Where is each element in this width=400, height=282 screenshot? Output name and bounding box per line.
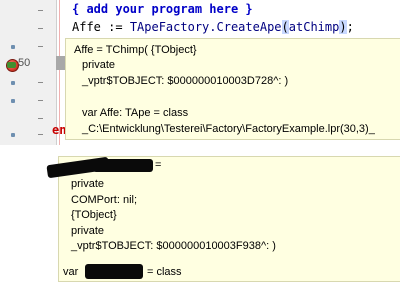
hint-line: _vptr$TOBJECT: $000000010003D728^: )	[82, 75, 289, 87]
gutter-line-current: 50	[0, 56, 56, 74]
code-editor[interactable]: 50 { add your program here } Affe := TAp…	[0, 0, 400, 145]
gutter-line	[0, 74, 56, 92]
line-number: 50	[18, 57, 31, 69]
breakpoint-check-icon	[7, 62, 16, 68]
code-argument: atChimp	[288, 20, 340, 34]
hint-line: var Affe: TApe = class	[82, 107, 189, 119]
breakpoint-available-dot-icon[interactable]	[11, 133, 15, 137]
breakpoint-available-dot-icon[interactable]	[11, 99, 15, 103]
code-identifier: Affe	[72, 20, 101, 34]
gutter-tick	[38, 118, 43, 119]
redaction-mark	[93, 159, 153, 172]
hint-line: _C:\Entwicklung\Testerei\Factory\Factory…	[82, 123, 375, 135]
gutter-line	[0, 126, 56, 144]
code-call: TApeFactory.CreateApe	[129, 20, 282, 34]
hint-line: = class	[147, 266, 182, 278]
gutter-tick	[38, 28, 43, 29]
code-semicolon: ;	[346, 20, 354, 34]
hint-line: =	[155, 159, 162, 171]
hint-line: private	[71, 225, 105, 237]
redaction-mark	[85, 264, 143, 279]
debug-hint-tooltip-redacted: = private COMPort: nil; {TObject} privat…	[46, 156, 400, 282]
hint-line: private	[82, 59, 116, 71]
gutter-line	[0, 38, 56, 56]
code-operator: :=	[100, 20, 130, 34]
gutter-tick	[38, 82, 43, 83]
gutter-tick	[38, 10, 43, 11]
code-line-assignment[interactable]: Affe := TApeFactory.CreateApe(atChimp);	[72, 20, 354, 34]
editor-gutter[interactable]: 50	[0, 0, 57, 145]
gutter-tick	[38, 46, 43, 47]
hint-line: var	[63, 266, 79, 278]
hint-line: Affe = TChimp( {TObject}	[74, 44, 197, 56]
breakpoint-available-dot-icon[interactable]	[11, 81, 15, 85]
gutter-line	[0, 92, 56, 110]
hint-line: COMPort: nil;	[71, 194, 138, 206]
hint-line: {TObject}	[71, 209, 117, 221]
gutter-tick	[38, 100, 43, 101]
code-close-paren: )	[339, 20, 347, 34]
gutter-line	[0, 20, 56, 38]
hint-line: private	[71, 178, 105, 190]
hint-line: _vptr$TOBJECT: $000000010003F938^: )	[71, 240, 276, 252]
breakpoint-available-dot-icon[interactable]	[11, 45, 15, 49]
gutter-tick	[38, 134, 43, 135]
code-open-paren: (	[281, 20, 289, 34]
code-line-comment[interactable]: { add your program here }	[72, 2, 253, 16]
gutter-line	[0, 2, 56, 20]
debug-hint-tooltip: Affe = TChimp( {TObject} private _vptr$T…	[65, 38, 400, 140]
